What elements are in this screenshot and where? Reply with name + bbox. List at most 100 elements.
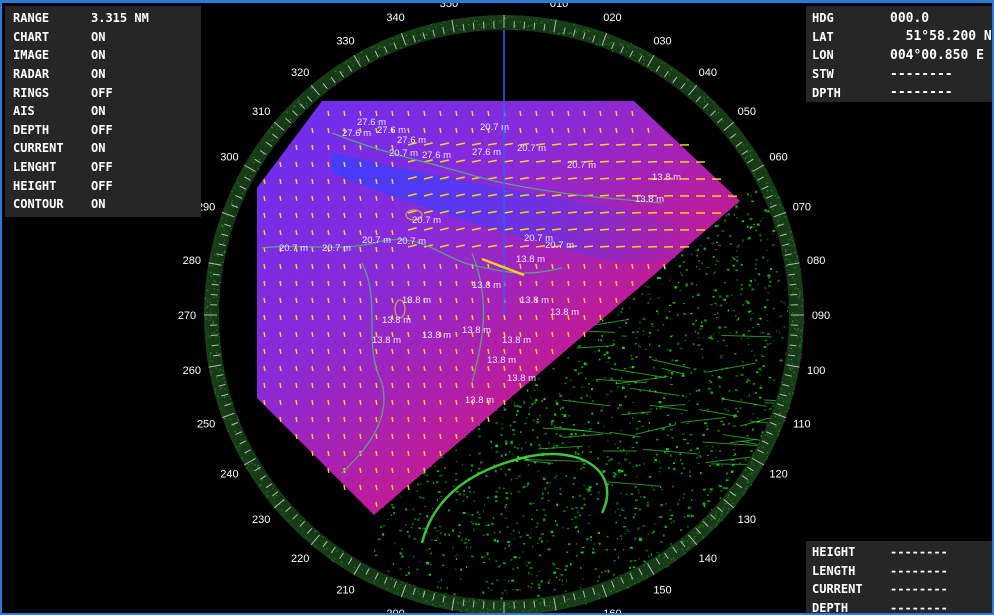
info-value: -------- (890, 601, 948, 615)
depth-label: 20.7 m (524, 233, 553, 244)
status-value: 3.315 NM (91, 11, 149, 26)
bearing-label: 050 (738, 106, 756, 118)
bearing-label: 070 (793, 202, 811, 214)
depth-label: 13.8 m (462, 325, 491, 336)
status-row: CHART ON (5, 28, 201, 47)
nav-row: LON 004°00.850 E (806, 46, 992, 65)
radar-display-frame: 27.6 m 27.6 m 27.6 m 20.7 m 27.6 m 20.7 m 27.6… (0, 0, 994, 615)
status-panel: RANGE 3.315 NM CHART ON IMAGE ON RADAR ON RINGS O… (5, 6, 201, 217)
info-key: LENGTH (812, 563, 856, 578)
depth-label: 13.8 m (472, 280, 501, 291)
bearing-label: 270 (178, 310, 196, 322)
bearing-label: 120 (769, 469, 787, 481)
nav-row: DPTH -------- (806, 83, 992, 102)
status-value: ON (91, 67, 106, 82)
nav-key: LAT (812, 29, 834, 44)
bearing-label: 200 (386, 608, 404, 615)
status-row: CURRENT ON (5, 139, 201, 158)
depth-label: 13.8 m (487, 355, 516, 366)
info-row: HEIGHT -------- (806, 543, 992, 562)
status-key: RADAR (13, 67, 50, 82)
bearing-label: 230 (252, 514, 270, 526)
bearing-label: 100 (807, 365, 825, 377)
nav-value: -------- (890, 66, 953, 82)
status-row: RANGE 3.315 NM (5, 9, 201, 28)
bearing-label: 060 (769, 152, 787, 164)
status-row: CONTOUR ON (5, 195, 201, 214)
status-row: DEPTH OFF (5, 121, 201, 140)
bearing-label: 330 (336, 35, 354, 47)
nav-value: 51°58.200 N (890, 29, 992, 45)
status-row: IMAGE ON (5, 46, 201, 65)
depth-label: 27.6 m (472, 147, 501, 158)
bearing-label: 090 (812, 310, 830, 322)
status-value: ON (91, 141, 106, 156)
depth-label: 27.6 m (422, 150, 451, 161)
info-row: LENGTH -------- (806, 562, 992, 581)
nav-row: HDG 000.0 (806, 9, 992, 28)
nav-key: HDG (812, 11, 834, 26)
bearing-label: 280 (183, 255, 201, 267)
nav-value: 004°00.850 E (890, 47, 984, 63)
status-value: OFF (91, 122, 113, 137)
bearing-label: 040 (699, 67, 717, 79)
nav-key: LON (812, 48, 834, 63)
status-key: AIS (13, 104, 35, 119)
bearing-label: 250 (197, 418, 215, 430)
depth-label: 13.8 m (502, 335, 531, 346)
nav-value: -------- (890, 85, 953, 101)
info-key: HEIGHT (812, 545, 856, 560)
bearing-label: 300 (220, 152, 238, 164)
nav-key: STW (812, 67, 834, 82)
depth-label: 27.6 m (342, 128, 371, 139)
status-key: LENGHT (13, 160, 57, 175)
nav-row: STW -------- (806, 65, 992, 84)
depth-label: 13.8 m (507, 373, 536, 384)
depth-label: 20.7 m (567, 160, 596, 171)
status-value: ON (91, 48, 106, 63)
nav-key: DPTH (812, 85, 841, 100)
info-value: -------- (890, 563, 948, 578)
depth-label: 13.8 m (652, 172, 681, 183)
nav-row: LAT 51°58.200 N (806, 28, 992, 47)
bearing-label: 220 (291, 553, 309, 565)
status-value: OFF (91, 85, 113, 100)
bearing-label: 030 (653, 35, 671, 47)
bearing-label: 020 (603, 12, 621, 24)
status-key: CONTOUR (13, 197, 64, 212)
status-row: RINGS OFF (5, 83, 201, 102)
info-value: -------- (890, 545, 948, 560)
status-row: AIS ON (5, 102, 201, 121)
status-key: RANGE (13, 11, 50, 26)
status-row: RADAR ON (5, 65, 201, 84)
bearing-label: 010 (550, 3, 568, 10)
bearing-label: 080 (807, 255, 825, 267)
status-key: HEIGHT (13, 178, 57, 193)
nav-panel: HDG 000.0 LAT 51°58.200 N LON 004°00.850 E ST… (806, 6, 992, 102)
status-value: ON (91, 29, 106, 44)
bearing-label: 240 (220, 469, 238, 481)
depth-label: 13.8 m (516, 254, 545, 265)
depth-label: 20.7 m (517, 143, 546, 154)
depth-label: 13.8 m (402, 295, 431, 306)
status-value: OFF (91, 178, 113, 193)
status-key: RINGS (13, 85, 50, 100)
bearing-label: 210 (336, 585, 354, 597)
info-key: CURRENT (812, 582, 863, 597)
bearing-label: 140 (699, 553, 717, 565)
bearing-label: 260 (183, 365, 201, 377)
bearing-label: 310 (252, 106, 270, 118)
bearing-label: 160 (603, 608, 621, 615)
depth-label: 13.8 m (635, 194, 664, 205)
status-value: OFF (91, 160, 113, 175)
depth-label: 20.7 m (412, 215, 441, 226)
bearing-label: 110 (793, 418, 811, 430)
status-key: CHART (13, 29, 50, 44)
depth-label: 20.7 m (279, 243, 308, 254)
depth-label: 20.7 m (480, 122, 509, 133)
bearing-label: 320 (291, 67, 309, 79)
status-value: ON (91, 104, 106, 119)
depth-label: 20.7 m (362, 235, 391, 246)
bearing-label: 130 (738, 514, 756, 526)
info-row: CURRENT -------- (806, 580, 992, 599)
